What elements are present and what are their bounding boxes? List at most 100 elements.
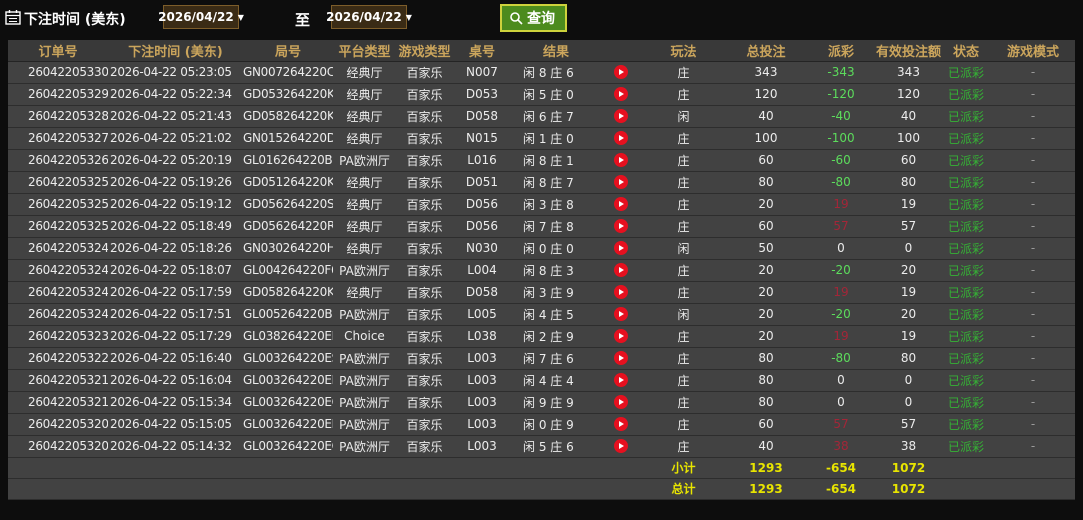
play-triangle bbox=[619, 399, 624, 405]
table-row: 2604220532468282026-04-22 05:18:26GN0302… bbox=[8, 237, 1075, 259]
replay-play-icon[interactable] bbox=[614, 131, 628, 145]
cell-play-type: 庄 bbox=[641, 127, 726, 149]
cell-payout: -20 bbox=[806, 259, 876, 281]
replay-play-icon[interactable] bbox=[614, 373, 628, 387]
cell-round: GL016264220BQ bbox=[243, 149, 333, 171]
replay-play-icon[interactable] bbox=[614, 109, 628, 123]
replay-play-icon[interactable] bbox=[614, 87, 628, 101]
replay-play-icon[interactable] bbox=[614, 175, 628, 189]
cell-status: 已派彩 bbox=[941, 281, 991, 303]
cell-game-type: 百家乐 bbox=[396, 413, 453, 435]
cell-table-no: D053 bbox=[453, 83, 511, 105]
cell-time: 2026-04-22 05:20:19 bbox=[108, 149, 243, 171]
cell-round: GD058264220KD bbox=[243, 105, 333, 127]
table-row: 2604220532776942026-04-22 05:21:02GN0152… bbox=[8, 127, 1075, 149]
table-row: 2604220532418572026-04-22 05:17:59GD0582… bbox=[8, 281, 1075, 303]
replay-play-icon[interactable] bbox=[614, 395, 628, 409]
replay-play-icon[interactable] bbox=[614, 417, 628, 431]
replay-play-icon[interactable] bbox=[614, 329, 628, 343]
cell-time: 2026-04-22 05:16:40 bbox=[108, 347, 243, 369]
table-row: 2604220532558542026-04-22 05:19:12GD0562… bbox=[8, 193, 1075, 215]
cell-game-type: 百家乐 bbox=[396, 347, 453, 369]
cell-play-type: 庄 bbox=[641, 281, 726, 303]
cell-play bbox=[601, 105, 641, 127]
cell-total-bet: 20 bbox=[726, 325, 806, 347]
cell-result: 闲 8 庄 1 bbox=[511, 149, 601, 171]
table-header-row: 订单号下注时间 (美东)局号平台类型游戏类型桌号结果玩法总投注派彩有效投注额状态… bbox=[8, 40, 1075, 61]
cell-play bbox=[601, 435, 641, 457]
cell-game-mode: - bbox=[991, 215, 1075, 237]
cell-round: GL003264220EO bbox=[243, 435, 333, 457]
cell-order: 260422053236155 bbox=[8, 325, 108, 347]
cell-round: GD051264220K0 bbox=[243, 171, 333, 193]
replay-play-icon[interactable] bbox=[614, 351, 628, 365]
cell-time: 2026-04-22 05:18:49 bbox=[108, 215, 243, 237]
replay-play-icon[interactable] bbox=[614, 285, 628, 299]
replay-play-icon[interactable] bbox=[614, 241, 628, 255]
replay-play-icon[interactable] bbox=[614, 263, 628, 277]
cell-game-mode: - bbox=[991, 193, 1075, 215]
table-row: 2604220532582572026-04-22 05:19:26GD0512… bbox=[8, 171, 1075, 193]
cell-status: 已派彩 bbox=[941, 149, 991, 171]
replay-play-icon[interactable] bbox=[614, 219, 628, 233]
cell-order: 260422053296128 bbox=[8, 83, 108, 105]
cell-order: 260422053255854 bbox=[8, 193, 108, 215]
cell-game-type: 百家乐 bbox=[396, 215, 453, 237]
replay-play-icon[interactable] bbox=[614, 197, 628, 211]
cell-play-type: 庄 bbox=[641, 61, 726, 83]
cell-game-mode: - bbox=[991, 347, 1075, 369]
cell-game-type: 百家乐 bbox=[396, 83, 453, 105]
date-from-select[interactable]: 2026/04/22 ▼ bbox=[163, 5, 239, 29]
cell-time: 2026-04-22 05:21:43 bbox=[108, 105, 243, 127]
cell-round: GL003264220EP bbox=[243, 413, 333, 435]
cell-payout: 19 bbox=[806, 193, 876, 215]
cell-table-no: L003 bbox=[453, 391, 511, 413]
cell-total-bet: 80 bbox=[726, 391, 806, 413]
cell-platform: 经典厅 bbox=[333, 61, 396, 83]
col-header-payout: 派彩 bbox=[806, 40, 876, 61]
replay-play-icon[interactable] bbox=[614, 65, 628, 79]
cell-game-mode: - bbox=[991, 105, 1075, 127]
date-range-to-label: 至 bbox=[295, 9, 310, 30]
cell-payout: 19 bbox=[806, 281, 876, 303]
cell-result: 闲 2 庄 9 bbox=[511, 325, 601, 347]
replay-play-icon[interactable] bbox=[614, 153, 628, 167]
cell-order: 260422053246828 bbox=[8, 237, 108, 259]
col-header-time: 下注时间 (美东) bbox=[108, 40, 243, 61]
totals-payout: -654 bbox=[806, 478, 876, 499]
cell-total-bet: 80 bbox=[726, 369, 806, 391]
table-row: 2604220533017332026-04-22 05:23:05GN0072… bbox=[8, 61, 1075, 83]
date-to-select[interactable]: 2026/04/22 ▼ bbox=[331, 5, 407, 29]
cell-result: 闲 1 庄 0 bbox=[511, 127, 601, 149]
search-button[interactable]: 查询 bbox=[500, 4, 567, 32]
chevron-down-icon: ▼ bbox=[406, 13, 412, 22]
cell-table-no: N007 bbox=[453, 61, 511, 83]
cell-payout: 0 bbox=[806, 369, 876, 391]
play-triangle bbox=[619, 311, 624, 317]
cell-table-no: L005 bbox=[453, 303, 511, 325]
col-header-total-bet: 总投注 bbox=[726, 40, 806, 61]
replay-play-icon[interactable] bbox=[614, 439, 628, 453]
cell-status: 已派彩 bbox=[941, 325, 991, 347]
cell-status: 已派彩 bbox=[941, 347, 991, 369]
cell-play-type: 庄 bbox=[641, 171, 726, 193]
cell-game-mode: - bbox=[991, 413, 1075, 435]
col-header-play bbox=[601, 40, 641, 61]
cell-table-no: L004 bbox=[453, 259, 511, 281]
cell-table-no: D056 bbox=[453, 193, 511, 215]
cell-payout: -80 bbox=[806, 347, 876, 369]
cell-total-bet: 20 bbox=[726, 193, 806, 215]
table-row: 2604220532361552026-04-22 05:17:29GL0382… bbox=[8, 325, 1075, 347]
cell-round: GD056264220S0 bbox=[243, 193, 333, 215]
cell-play bbox=[601, 281, 641, 303]
cell-time: 2026-04-22 05:14:32 bbox=[108, 435, 243, 457]
cell-valid-bet: 0 bbox=[876, 369, 941, 391]
cell-game-type: 百家乐 bbox=[396, 391, 453, 413]
cell-time: 2026-04-22 05:19:26 bbox=[108, 171, 243, 193]
cell-play-type: 庄 bbox=[641, 193, 726, 215]
cell-play bbox=[601, 369, 641, 391]
replay-play-icon[interactable] bbox=[614, 307, 628, 321]
cell-order: 260422053269469 bbox=[8, 149, 108, 171]
cell-valid-bet: 80 bbox=[876, 347, 941, 369]
cell-play-type: 闲 bbox=[641, 105, 726, 127]
